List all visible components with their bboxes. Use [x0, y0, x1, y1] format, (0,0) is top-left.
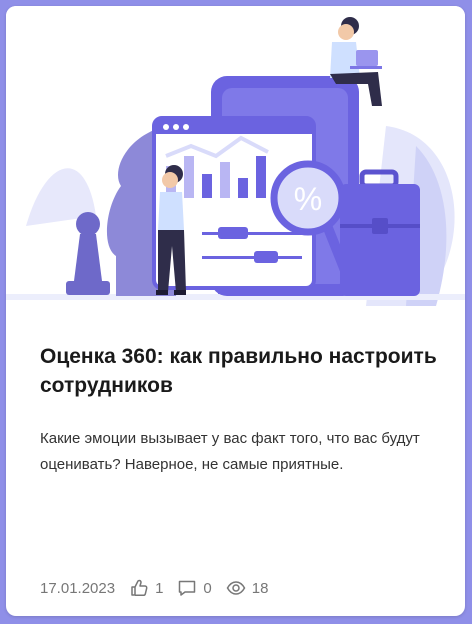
- likes-counter[interactable]: 1: [129, 578, 163, 598]
- article-meta: 17.01.2023 1 0 18: [40, 578, 282, 598]
- comment-icon: [179, 580, 196, 596]
- eye-icon: [226, 581, 246, 595]
- publish-date: 17.01.2023: [40, 579, 116, 597]
- comments-count: 0: [203, 579, 212, 597]
- article-title[interactable]: Оценка 360: как правильно настроить сотр…: [40, 342, 440, 400]
- likes-count: 1: [155, 579, 164, 597]
- comments-counter[interactable]: 0: [177, 578, 212, 598]
- percent-icon: %: [294, 181, 322, 217]
- views-count: 18: [251, 579, 269, 597]
- article-card[interactable]: % Оценка 360: как правильно настроить со…: [6, 6, 465, 616]
- views-counter: 18: [226, 578, 269, 598]
- assessment-illustration: %: [6, 6, 465, 311]
- thumbs-up-icon: [131, 579, 148, 597]
- article-excerpt: Какие эмоции вызывает у вас факт того, ч…: [40, 430, 420, 473]
